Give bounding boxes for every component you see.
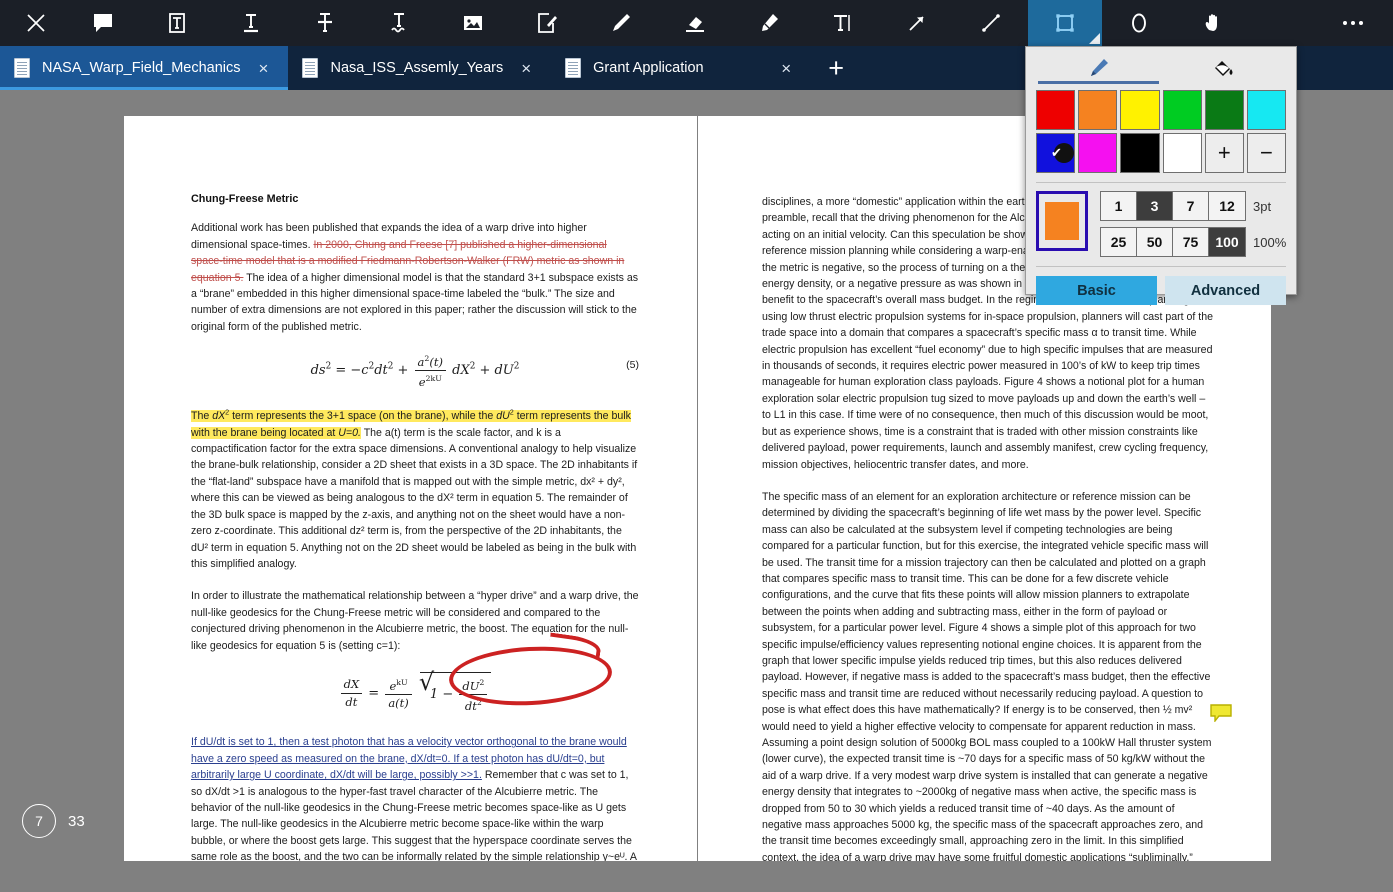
paragraph: The specific mass of an element for an e… — [762, 490, 1212, 861]
basic-mode-button[interactable]: Basic — [1036, 276, 1157, 305]
page-indicator[interactable]: 7 33 — [22, 804, 85, 838]
image-icon[interactable] — [436, 0, 510, 46]
swatch-darkgreen[interactable] — [1204, 90, 1244, 130]
document-icon — [565, 58, 582, 78]
swatch-white[interactable] — [1162, 133, 1202, 173]
style-controls-row: 1 3 7 12 3pt 25 50 75 100 100% — [1036, 191, 1286, 257]
style-preview — [1036, 191, 1088, 251]
comment-icon[interactable] — [66, 0, 140, 46]
paragraph: Additional work has been published that … — [191, 220, 639, 335]
divider — [1036, 182, 1286, 183]
equation-5: ds2 = −c2dt2 + a2(t) e2kU dX2 + dU2 (5) — [191, 351, 639, 390]
swatch-magenta[interactable] — [1078, 133, 1118, 173]
add-color-button[interactable]: + — [1204, 133, 1244, 173]
swatch-yellow[interactable] — [1120, 90, 1160, 130]
equation-number: (5) — [626, 359, 639, 372]
opacity-row: 25 50 75 100 100% — [1100, 227, 1286, 257]
text-run: term represents the 3+1 space (on the br… — [229, 410, 497, 423]
swatch-red[interactable] — [1036, 90, 1076, 130]
tab-title: Grant Application — [593, 60, 704, 76]
thickness-option-7[interactable]: 7 — [1173, 192, 1209, 220]
paint-bucket-icon — [1214, 61, 1232, 76]
equation-geodesic: dXdt = ekUa(t) 1 − dU2dt2 — [191, 671, 639, 714]
swatch-cyan[interactable] — [1246, 90, 1286, 130]
divider — [1036, 266, 1286, 267]
paragraph: If dU/dt is set to 1, then a test photon… — [191, 734, 639, 861]
stroke-color-tab[interactable] — [1036, 53, 1161, 84]
document-icon — [302, 58, 319, 78]
eraser-icon[interactable] — [658, 0, 732, 46]
text-run: The idea of a higher dimensional model i… — [191, 271, 639, 333]
arrow-icon[interactable] — [880, 0, 954, 46]
tab-nasa-iss-assemly-years[interactable]: Nasa_ISS_Assemly_Years × — [288, 46, 551, 90]
total-page-count: 33 — [68, 812, 85, 830]
text-run: U=0. — [338, 426, 361, 439]
pen-icon — [1090, 59, 1108, 76]
thickness-option-1[interactable]: 1 — [1101, 192, 1137, 220]
opacity-option-75[interactable]: 75 — [1173, 228, 1209, 256]
thickness-option-3[interactable]: 3 — [1137, 192, 1173, 220]
style-preview-fill — [1045, 202, 1079, 240]
rectangle-icon[interactable] — [1028, 0, 1102, 46]
tab-title: Nasa_ISS_Assemly_Years — [330, 60, 504, 76]
tab-grant-application[interactable]: Grant Application × — [551, 46, 811, 90]
swatch-black[interactable] — [1120, 133, 1160, 173]
current-page-number[interactable]: 7 — [22, 804, 56, 838]
signature-icon[interactable] — [510, 0, 584, 46]
opacity-selector[interactable]: 25 50 75 100 — [1100, 227, 1246, 257]
tab-title: NASA_Warp_Field_Mechanics — [42, 60, 241, 76]
new-tab-button[interactable]: + — [811, 46, 861, 90]
thickness-value-label: 3pt — [1253, 198, 1272, 214]
pen-icon[interactable] — [584, 0, 658, 46]
fill-color-tab[interactable] — [1161, 53, 1286, 83]
section-heading: Chung-Freese Metric — [191, 193, 299, 205]
typewriter-icon[interactable] — [806, 0, 880, 46]
strikethrough-text-icon[interactable] — [288, 0, 362, 46]
selected-check-icon: ✔ — [1050, 145, 1062, 161]
thickness-selector[interactable]: 1 3 7 12 — [1100, 191, 1246, 221]
advanced-mode-button[interactable]: Advanced — [1165, 276, 1286, 305]
thickness-row: 1 3 7 12 3pt — [1100, 191, 1286, 221]
opacity-value-label: 100% — [1253, 234, 1287, 250]
swatch-green[interactable] — [1162, 90, 1202, 130]
paragraph: In order to illustrate the mathematical … — [191, 590, 639, 652]
underline-text-icon[interactable] — [214, 0, 288, 46]
text-run: The a(t) term is the scale factor, and k… — [191, 426, 638, 570]
sticky-note-icon[interactable] — [1210, 704, 1232, 723]
hand-icon[interactable] — [1176, 0, 1250, 46]
line-icon[interactable] — [954, 0, 1028, 46]
remove-color-button[interactable]: − — [1246, 133, 1286, 173]
mode-button-row: Basic Advanced — [1036, 276, 1286, 305]
squiggly-underline-text-icon[interactable] — [362, 0, 436, 46]
opacity-option-50[interactable]: 50 — [1137, 228, 1173, 256]
text-box-icon[interactable] — [140, 0, 214, 46]
text-run: Remember that c was set to 1, so dX/dt >… — [191, 769, 637, 861]
more-options-icon[interactable] — [1323, 0, 1383, 46]
swatch-orange[interactable] — [1078, 90, 1118, 130]
document-icon — [14, 58, 30, 78]
tab-nasa-warp-field-mechanics[interactable]: NASA_Warp_Field_Mechanics × — [0, 46, 289, 90]
opacity-option-100[interactable]: 100 — [1209, 228, 1245, 256]
annotation-toolbar — [0, 0, 1393, 46]
tab-close-icon[interactable]: × — [775, 57, 797, 80]
tab-close-icon[interactable]: × — [515, 57, 537, 80]
ellipse-icon[interactable] — [1102, 0, 1176, 46]
thickness-option-12[interactable]: 12 — [1209, 192, 1245, 220]
paragraph: The dX2 term represents the 3+1 space (o… — [191, 405, 639, 573]
text-run: The — [191, 410, 213, 423]
tab-close-icon[interactable]: × — [253, 57, 275, 80]
close-icon[interactable] — [6, 0, 66, 46]
opacity-option-25[interactable]: 25 — [1101, 228, 1137, 256]
popup-tab-row — [1036, 53, 1286, 84]
style-properties-popup[interactable]: ✔ + − 1 3 7 12 3pt 25 50 75 100 100% Bas… — [1025, 46, 1297, 305]
page-left[interactable]: Chung-Freese Metric Additional work has … — [124, 116, 697, 861]
swatch-blue[interactable]: ✔ — [1036, 133, 1076, 173]
pdf-annotator-window: NASA_Warp_Field_Mechanics × Nasa_ISS_Ass… — [0, 0, 1393, 892]
highlighter-icon[interactable] — [732, 0, 806, 46]
color-swatch-grid: ✔ + − — [1036, 90, 1286, 173]
